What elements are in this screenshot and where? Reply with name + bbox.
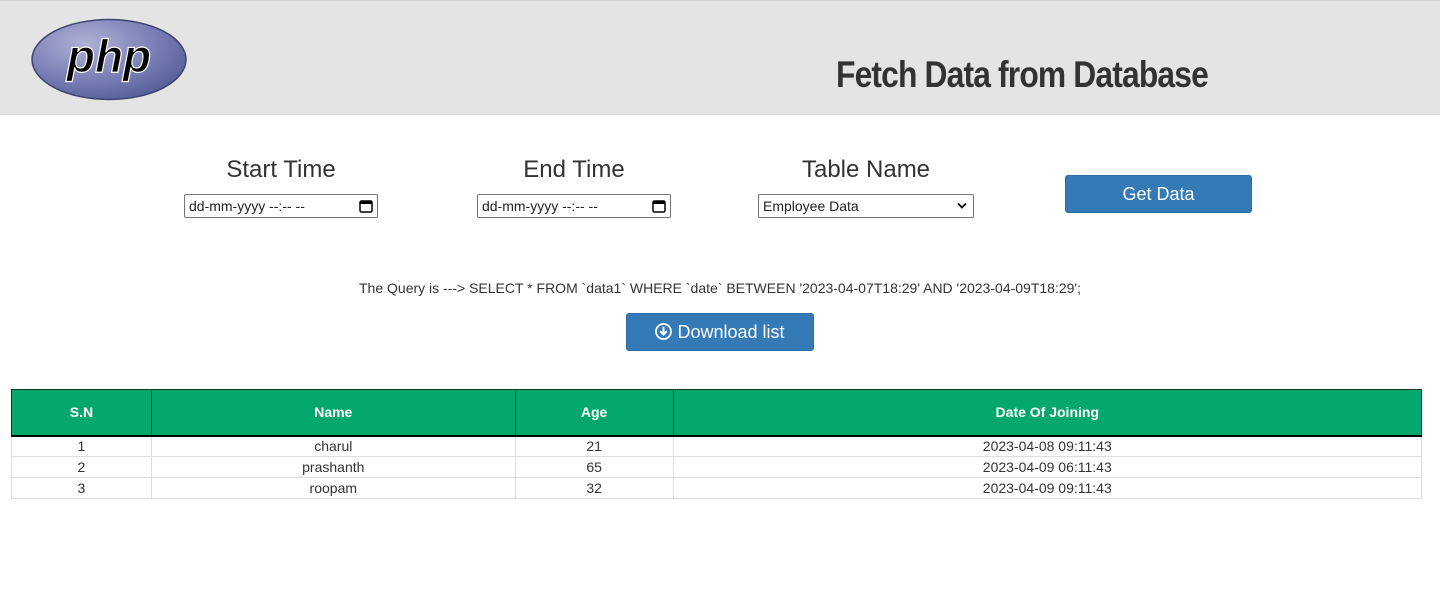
download-list-button[interactable]: Download list	[626, 313, 814, 351]
cell-name: prashanth	[150, 456, 516, 478]
column-header-age: Age	[514, 389, 674, 437]
cell-date-of-joining: 2023-04-09 09:11:43	[672, 477, 1423, 499]
calendar-icon[interactable]	[359, 199, 373, 213]
column-header-date-of-joining: Date Of Joining	[672, 389, 1423, 437]
column-header-name: Name	[150, 389, 516, 437]
php-logo: php	[30, 18, 188, 101]
cell-date-of-joining: 2023-04-09 06:11:43	[672, 456, 1423, 478]
cell-sn: 3	[11, 477, 152, 499]
calendar-icon[interactable]	[652, 199, 666, 213]
chevron-down-icon	[957, 202, 967, 209]
table-name-label: Table Name	[801, 156, 931, 183]
cell-name: charul	[150, 435, 516, 457]
page-title: Fetch Data from Database	[836, 54, 1209, 95]
download-list-label: Download list	[677, 322, 785, 342]
table-row: 1 charul 21 2023-04-08 09:11:43	[11, 435, 1423, 457]
employee-data-table: S.N Name Age Date Of Joining 1 charul 21…	[11, 389, 1423, 499]
end-time-value: dd-mm-yyyy --:-- --	[482, 198, 598, 214]
table-row: 2 prashanth 65 2023-04-09 06:11:43	[11, 456, 1423, 478]
column-header-sn: S.N	[11, 389, 152, 437]
cell-name: roopam	[150, 477, 516, 499]
cell-age: 32	[514, 477, 674, 499]
table-header-row: S.N Name Age Date Of Joining	[11, 389, 1423, 437]
cell-sn: 1	[11, 435, 152, 457]
php-logo-text: php	[65, 30, 151, 82]
query-text: The Query is ---> SELECT * FROM `data1` …	[359, 280, 1081, 296]
cell-sn: 2	[11, 456, 152, 478]
cell-date-of-joining: 2023-04-08 09:11:43	[672, 435, 1423, 457]
start-time-label: Start Time	[226, 156, 336, 183]
get-data-button[interactable]: Get Data	[1065, 175, 1252, 213]
end-time-input[interactable]: dd-mm-yyyy --:-- --	[477, 194, 671, 218]
end-time-label: End Time	[523, 156, 625, 183]
table-name-select[interactable]: Employee Data	[758, 194, 974, 218]
table-row: 3 roopam 32 2023-04-09 09:11:43	[11, 477, 1423, 499]
cell-age: 65	[514, 456, 674, 478]
page-header: php Fetch Data from Database	[0, 0, 1440, 115]
start-time-value: dd-mm-yyyy --:-- --	[189, 198, 305, 214]
start-time-input[interactable]: dd-mm-yyyy --:-- --	[184, 194, 378, 218]
download-circle-icon	[655, 323, 673, 340]
table-name-selected: Employee Data	[763, 198, 859, 214]
cell-age: 21	[514, 435, 674, 457]
